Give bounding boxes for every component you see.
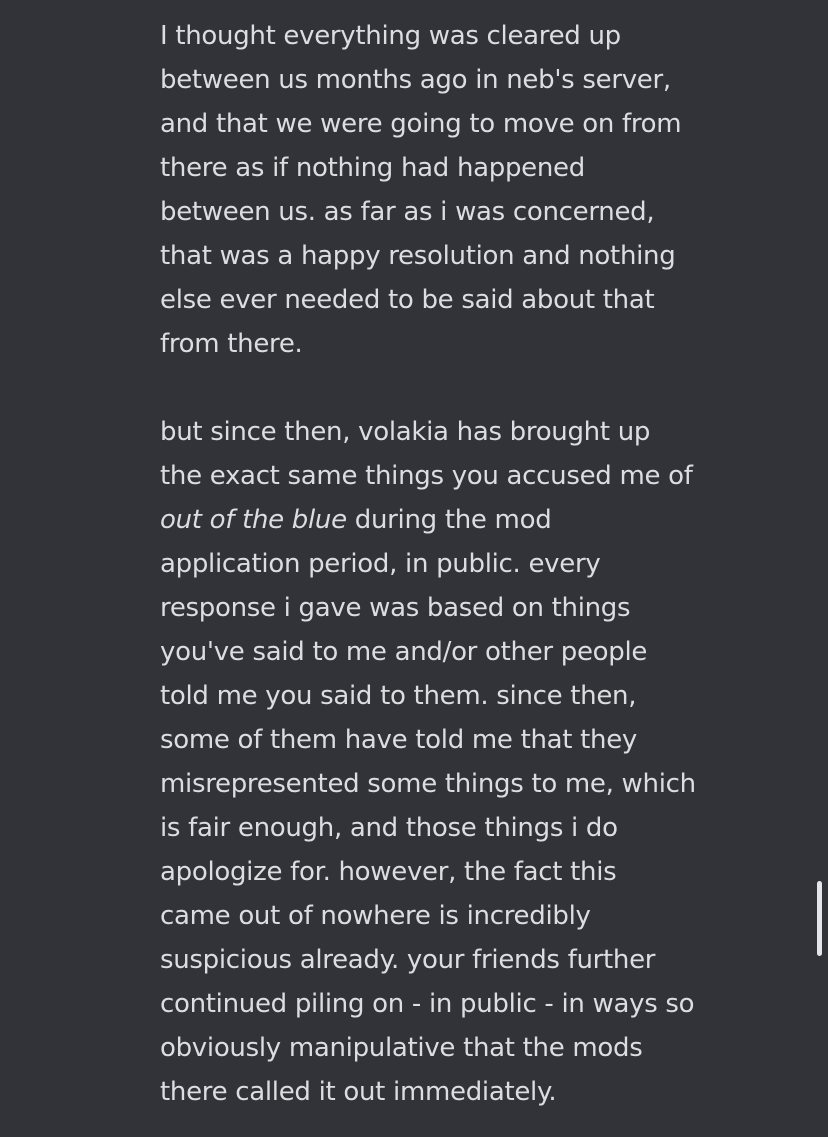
message-line: some of them have told me that they xyxy=(160,725,637,755)
message-line: continued piling on - in public - in way… xyxy=(160,989,695,1019)
message-view: I thought everything was cleared up betw… xyxy=(0,0,828,1137)
message-line: and that we were going to move on from xyxy=(160,109,682,139)
message-line: but since then, volakia has brought up xyxy=(160,417,651,447)
message-line: there called it out immediately. xyxy=(160,1077,557,1107)
message-line: between us months ago in neb's server, xyxy=(160,65,671,95)
message-line: response i gave was based on things xyxy=(160,593,631,623)
scrollbar-thumb[interactable] xyxy=(817,881,822,956)
message-line: between us. as far as i was concerned, xyxy=(160,197,655,227)
message-line: else ever needed to be said about that xyxy=(160,285,655,315)
message-line: you've said to me and/or other people xyxy=(160,637,648,667)
message-line-rest: during the mod xyxy=(346,505,552,535)
message-line: is fair enough, and those things i do xyxy=(160,813,618,843)
message-line: obviously manipulative that the mods xyxy=(160,1033,643,1063)
italic-phrase: out of the blue xyxy=(160,505,347,535)
message-line: apologize for. however, the fact this xyxy=(160,857,617,887)
message-text[interactable]: I thought everything was cleared up betw… xyxy=(160,14,760,1114)
message-line: the exact same things you accused me of xyxy=(160,461,693,491)
message-line: told me you said to them. since then, xyxy=(160,681,637,711)
message-line: out of the blue during the mod xyxy=(160,498,760,542)
paragraph-break xyxy=(160,366,760,410)
message-line: came out of nowhere is incredibly xyxy=(160,901,591,931)
message-line: suspicious already. your friends further xyxy=(160,945,656,975)
message-line: there as if nothing had happened xyxy=(160,153,585,183)
message-line: application period, in public. every xyxy=(160,549,601,579)
message-line: that was a happy resolution and nothing xyxy=(160,241,676,271)
message-line: misrepresented some things to me, which xyxy=(160,769,696,799)
message-line: from there. xyxy=(160,329,303,359)
message-line: I thought everything was cleared up xyxy=(160,21,621,51)
scrollbar[interactable] xyxy=(816,0,824,1137)
